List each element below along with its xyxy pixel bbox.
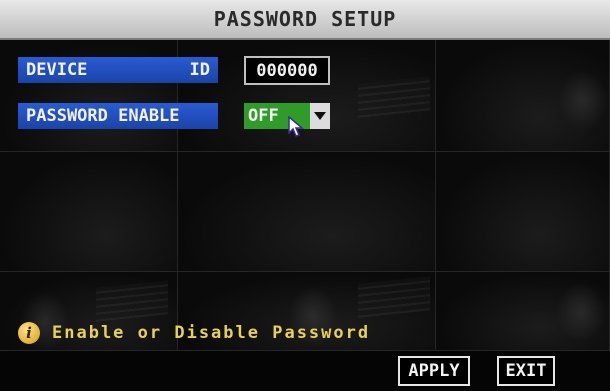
camera-cell [436,152,610,272]
dropdown-arrow-icon[interactable] [310,103,330,129]
hint-text: Enable or Disable Password [52,323,371,343]
device-id-label-right: ID [189,60,210,80]
device-id-label-left: DEVICE [26,60,88,80]
info-icon: i [18,322,40,344]
device-id-label: DEVICE ID [18,57,218,83]
camera-ghost-light [558,70,608,130]
camera-cell [178,152,436,272]
camera-cell [436,272,610,351]
device-id-value: 000000 [256,60,318,81]
password-setup-screen: PASSWORD SETUP DEVICE ID 000000 PASSWORD… [0,0,610,391]
apply-button[interactable]: APPLY [398,356,470,386]
camera-ghost-shelf [358,276,430,318]
camera-cell [436,40,610,152]
mouse-pointer-icon [288,115,305,142]
camera-ghost-light [556,282,606,342]
password-enable-label-text: PASSWORD ENABLE [26,106,180,126]
camera-ghost-shelf [358,76,430,118]
page-title: PASSWORD SETUP [213,7,397,31]
password-enable-select[interactable]: OFF [244,103,330,129]
camera-ghost-shelf [96,280,168,322]
title-bar: PASSWORD SETUP [0,0,610,40]
exit-button[interactable]: EXIT [497,356,555,386]
hint-row: i Enable or Disable Password [18,322,370,344]
camera-cell [0,152,178,272]
camera-grid-background [0,40,610,352]
device-id-field[interactable]: 000000 [244,56,330,85]
password-enable-label: PASSWORD ENABLE [18,103,218,129]
